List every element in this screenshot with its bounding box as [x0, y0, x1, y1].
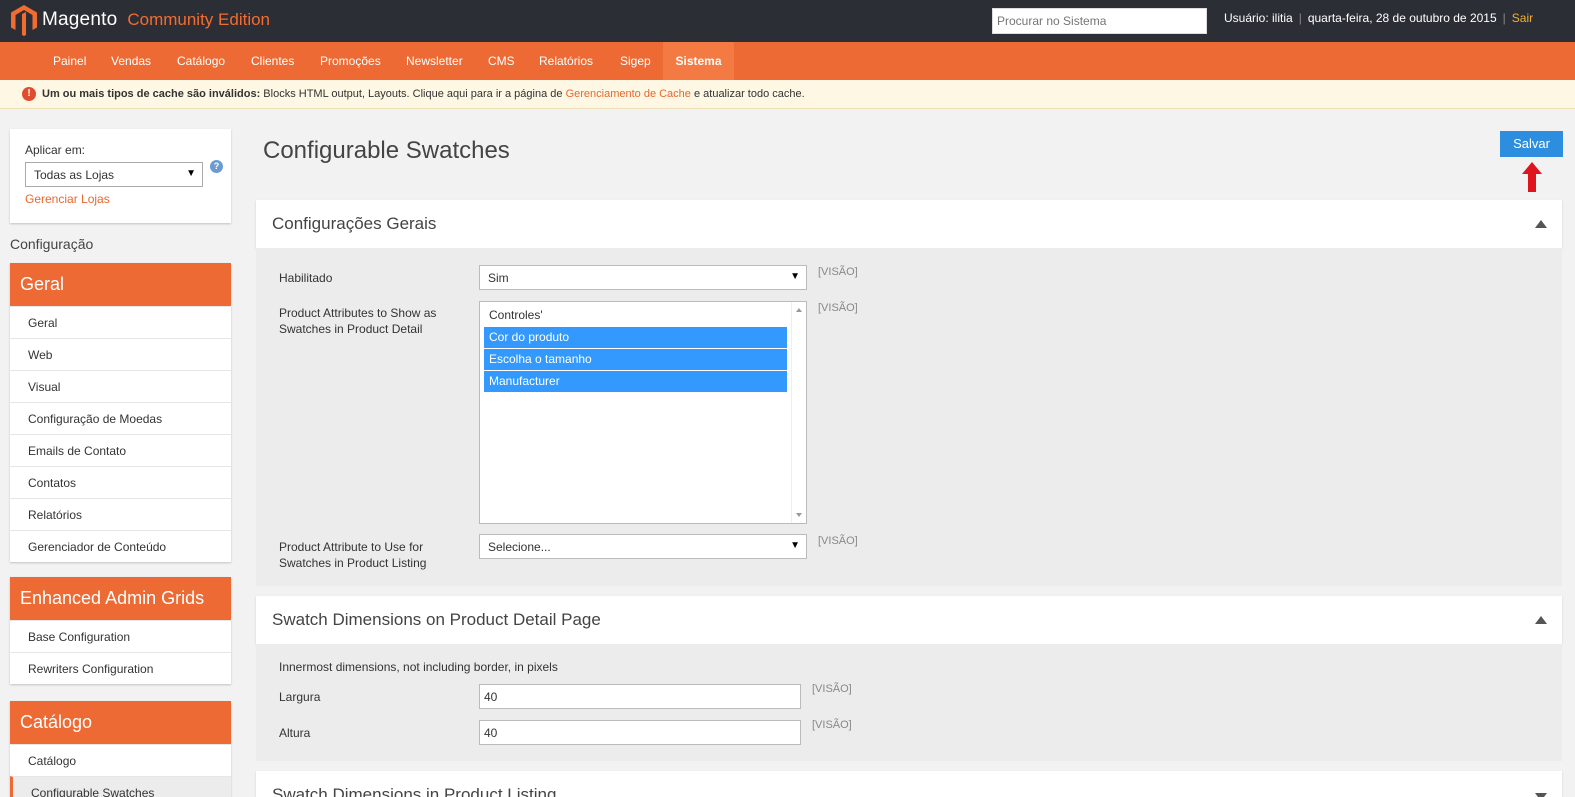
dropdown-arrow-icon: ▼ [790, 271, 800, 282]
config-heading: Configuração [10, 236, 94, 252]
sidebar-item-catalogo[interactable]: Catálogo [10, 744, 231, 776]
magento-logo[interactable]: Magento Community Edition [10, 4, 270, 36]
separator: | [1298, 11, 1302, 25]
sidebar-item-moedas[interactable]: Configuração de Moedas [10, 402, 231, 434]
sidebar-item-geral[interactable]: Geral [10, 306, 231, 338]
dropdown-arrow-icon: ▼ [186, 168, 196, 179]
sidebar-section-geral: Geral Geral Web Visual Configuração de M… [10, 263, 231, 562]
sidebar-item-relatorios[interactable]: Relatórios [10, 498, 231, 530]
page-title: Configurable Swatches [263, 137, 510, 164]
store-scope-box: Aplicar em: Todas as Lojas ▼ ? Gerenciar… [10, 129, 231, 223]
label-line: Swatches in Product Listing [279, 556, 427, 570]
magento-logo-icon [11, 5, 37, 36]
sidebar-item-visual[interactable]: Visual [10, 370, 231, 402]
width-label: Largura [279, 690, 321, 704]
sidebar-section-title[interactable]: Enhanced Admin Grids [10, 577, 231, 620]
error-icon: ! [22, 87, 36, 101]
detail-dimensions-header[interactable]: Swatch Dimensions on Product Detail Page [256, 596, 1562, 644]
expand-icon[interactable] [1535, 793, 1547, 797]
collapse-icon[interactable] [1535, 220, 1547, 228]
listing-value: Selecione... [488, 540, 551, 554]
collapse-icon[interactable] [1535, 616, 1547, 624]
edition-label: Community Edition [127, 10, 271, 29]
label-line: Product Attribute to Use for [279, 540, 424, 554]
general-settings-header[interactable]: Configurações Gerais [256, 200, 1562, 248]
global-search-input[interactable] [992, 8, 1207, 34]
general-settings-body [256, 248, 1562, 586]
cache-alert: ! Um ou mais tipos de cache são inválido… [0, 80, 1575, 109]
cache-management-link[interactable]: Gerenciamento de Cache [566, 88, 691, 100]
nav-item-relatorios[interactable]: Relatórios [527, 42, 605, 80]
sidebar-section-catalogo: Catálogo Catálogo Configurable Swatches [10, 701, 231, 797]
separator: | [1502, 11, 1506, 25]
manage-stores-link[interactable]: Gerenciar Lojas [25, 192, 110, 206]
help-icon[interactable]: ? [210, 160, 223, 173]
logout-link[interactable]: Sair [1512, 11, 1533, 25]
nav-item-cms[interactable]: CMS [476, 42, 527, 80]
nav-item-promocoes[interactable]: Promoções [308, 42, 393, 80]
option-controles[interactable]: Controles' [484, 305, 787, 326]
enabled-label: Habilitado [279, 271, 333, 285]
alert-bold-text: Um ou mais tipos de cache são inválidos: [42, 88, 261, 100]
sidebar-item-conteudo[interactable]: Gerenciador de Conteúdo [10, 530, 231, 562]
nav-item-painel[interactable]: Painel [41, 42, 98, 80]
section-title: Swatch Dimensions in Product Listing [272, 785, 557, 797]
alert-text: Blocks HTML output, Layouts. Clique aqui… [260, 88, 566, 100]
scope-tag: [VISÃO] [818, 302, 858, 314]
scrollbar[interactable] [791, 302, 806, 523]
label-line: Product Attributes to Show as [279, 306, 437, 320]
height-input[interactable] [479, 720, 801, 745]
option-escolha-o-tamanho[interactable]: Escolha o tamanho [484, 349, 787, 370]
sidebar-item-configurable-swatches[interactable]: Configurable Swatches [10, 776, 231, 797]
admin-header: Magento Community Edition Usuário: iliti… [0, 0, 1575, 42]
section-title: Swatch Dimensions on Product Detail Page [272, 610, 601, 629]
scroll-up-icon[interactable] [796, 308, 802, 312]
section-title: Configurações Gerais [272, 214, 437, 233]
alert-tail: e atualizar todo cache. [690, 88, 805, 100]
arrow-up-icon [1522, 162, 1542, 192]
nav-item-catalogo[interactable]: Catálogo [165, 42, 237, 80]
enabled-select[interactable]: Sim ▼ [479, 265, 807, 290]
label-line: Swatches in Product Detail [279, 322, 423, 336]
sidebar-section-title[interactable]: Geral [10, 263, 231, 306]
nav-item-vendas[interactable]: Vendas [99, 42, 163, 80]
nav-item-sistema[interactable]: Sistema [663, 42, 734, 80]
nav-item-newsletter[interactable]: Newsletter [394, 42, 475, 80]
sidebar-item-base-config[interactable]: Base Configuration [10, 620, 231, 652]
scope-tag: [VISÃO] [812, 683, 852, 695]
sidebar-section-enhanced-grids: Enhanced Admin Grids Base Configuration … [10, 577, 231, 684]
scope-tag: [VISÃO] [818, 266, 858, 278]
scope-tag: [VISÃO] [812, 719, 852, 731]
save-button[interactable]: Salvar [1500, 131, 1563, 157]
listing-attribute-label: Product Attribute to Use for Swatches in… [279, 539, 426, 571]
nav-item-clientes[interactable]: Clientes [239, 42, 306, 80]
scope-value: Todas as Lojas [34, 168, 115, 182]
scope-tag: [VISÃO] [818, 535, 858, 547]
width-input[interactable] [479, 684, 801, 709]
nav-item-sigep[interactable]: Sigep [608, 42, 663, 80]
user-bar: Usuário: ilitia | quarta-feira, 28 de outu… [1224, 11, 1533, 25]
scroll-down-icon[interactable] [796, 513, 802, 517]
sidebar-section-title[interactable]: Catálogo [10, 701, 231, 744]
current-date: quarta-feira, 28 de outubro de 2015 [1307, 11, 1497, 25]
listing-attribute-select[interactable]: Selecione... ▼ [479, 534, 807, 559]
sidebar-item-emails[interactable]: Emails de Contato [10, 434, 231, 466]
option-cor-do-produto[interactable]: Cor do produto [484, 327, 787, 348]
dropdown-arrow-icon: ▼ [790, 540, 800, 551]
detail-attributes-multiselect[interactable]: Controles' Cor do produto Escolha o tama… [479, 301, 807, 524]
dimensions-note: Innermost dimensions, not including bord… [279, 660, 558, 674]
logo-text: Magento [42, 9, 118, 30]
detail-attributes-label: Product Attributes to Show as Swatches i… [279, 305, 436, 337]
option-manufacturer[interactable]: Manufacturer [484, 371, 787, 392]
listing-dimensions-header[interactable]: Swatch Dimensions in Product Listing [256, 771, 1562, 797]
height-label: Altura [279, 726, 311, 740]
store-scope-select[interactable]: Todas as Lojas ▼ [25, 162, 203, 187]
scope-label: Aplicar em: [25, 143, 86, 157]
sidebar-item-contatos[interactable]: Contatos [10, 466, 231, 498]
enabled-value: Sim [488, 271, 509, 285]
main-nav: Painel Vendas Catálogo Clientes Promoçõe… [0, 42, 1575, 80]
sidebar-item-rewriters[interactable]: Rewriters Configuration [10, 652, 231, 684]
sidebar-item-web[interactable]: Web [10, 338, 231, 370]
user-name: Usuário: ilitia [1224, 11, 1293, 25]
